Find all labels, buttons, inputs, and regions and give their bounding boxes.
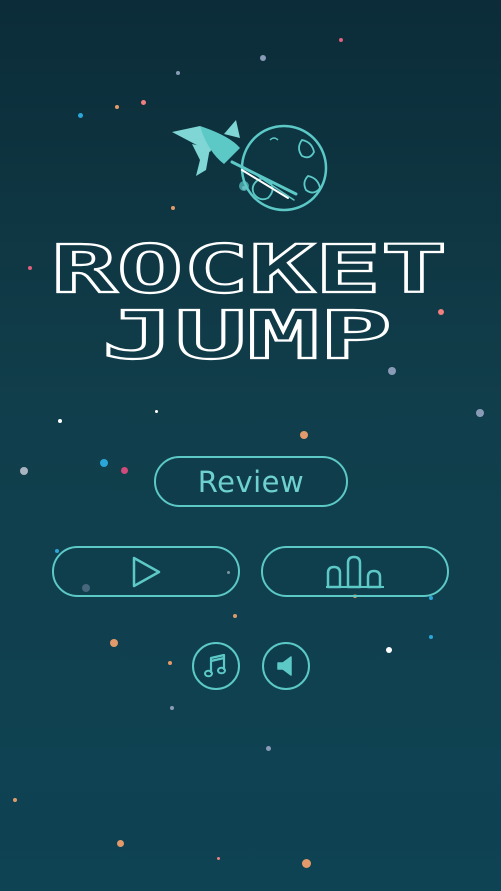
speaker-icon	[277, 656, 292, 676]
review-button[interactable]: Review	[154, 456, 348, 507]
sound-toggle-button[interactable]	[262, 642, 310, 690]
leaderboard-button[interactable]	[261, 546, 449, 597]
music-toggle-button[interactable]	[192, 642, 240, 690]
title-line-2: JUMP	[102, 297, 392, 374]
review-button-label: Review	[197, 464, 305, 499]
play-button[interactable]	[52, 546, 240, 597]
leaderboard-icon	[326, 555, 384, 588]
play-icon	[132, 556, 161, 587]
game-title: ROCKET JUMP	[50, 230, 448, 375]
music-note-icon	[204, 653, 226, 678]
